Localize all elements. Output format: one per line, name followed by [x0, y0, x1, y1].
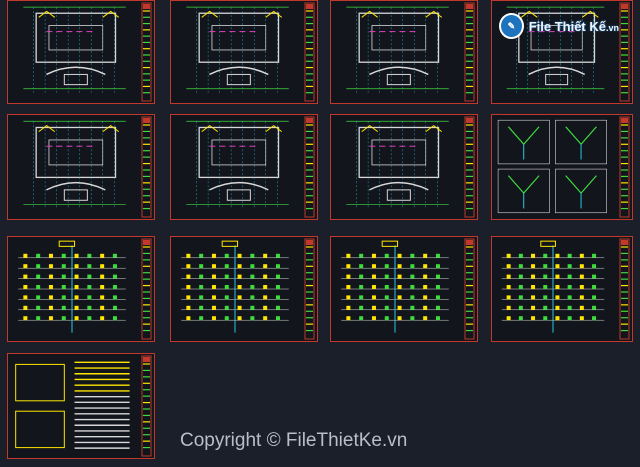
floor-plan-2-drawing: [186, 2, 315, 102]
riser-diagram-3-drawing: [341, 238, 475, 340]
floor-plan-3-drawing: [346, 2, 475, 102]
riser-diagram-4-drawing: [501, 238, 630, 340]
riser-diagram-1-drawing: [18, 238, 152, 340]
drawing-sheet-floor-plan-7[interactable]: [330, 114, 478, 220]
schedule-sheet-drawing: [15, 355, 152, 457]
brand-logo: ✎ File Thiết Kế.vn: [499, 12, 619, 40]
drawing-sheet-riser-diagram-4[interactable]: [491, 236, 633, 342]
floor-plan-1-drawing: [23, 2, 152, 102]
floor-plan-7-drawing: [346, 116, 475, 218]
drawing-sheet-floor-plan-5[interactable]: [7, 114, 155, 220]
drawing-sheet-floor-plan-6[interactable]: [170, 114, 318, 220]
drawing-sheet-floor-plan-1[interactable]: [7, 0, 155, 104]
drawing-sheet-detail-sheet[interactable]: [491, 114, 633, 220]
drawing-sheet-riser-diagram-1[interactable]: [7, 236, 155, 342]
detail-sheet-drawing: [497, 116, 630, 218]
floor-plan-6-drawing: [186, 116, 315, 218]
riser-diagram-2-drawing: [181, 238, 315, 340]
drawing-sheet-floor-plan-2[interactable]: [170, 0, 318, 104]
drawing-sheet-riser-diagram-3[interactable]: [330, 236, 478, 342]
floor-plan-5-drawing: [23, 116, 152, 218]
logo-badge-icon: ✎: [499, 13, 524, 39]
drawing-sheet-floor-plan-3[interactable]: [330, 0, 478, 104]
brand-name: File Thiết Kế.vn: [528, 18, 619, 34]
drawing-sheet-schedule-sheet[interactable]: [7, 353, 155, 459]
brand-tld: .vn: [605, 22, 619, 33]
copyright-watermark: Copyright © FileThietKe.vn: [180, 430, 408, 451]
drawing-sheet-riser-diagram-2[interactable]: [170, 236, 318, 342]
